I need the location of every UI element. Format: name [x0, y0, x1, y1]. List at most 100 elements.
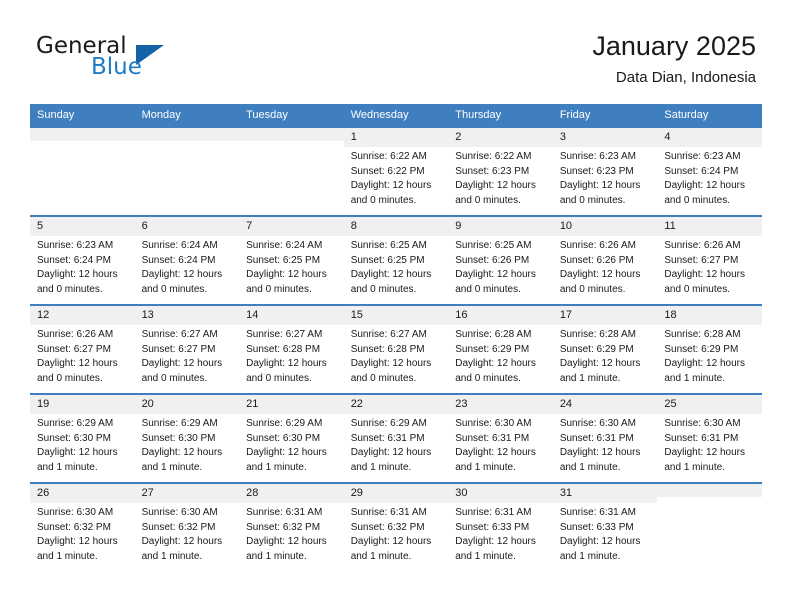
sunset-text: Sunset: 6:23 PM [559, 165, 634, 177]
daylight-text-line2: and 0 minutes. [37, 283, 103, 295]
daylight-text-line1: Daylight: 12 hours [664, 180, 745, 192]
day-details: Sunrise: 6:25 AM Sunset: 6:26 PM Dayligh… [448, 236, 553, 297]
brand-name-blue: Blue [91, 54, 142, 80]
day-number: 21 [239, 395, 344, 414]
day-cell[interactable]: 30 Sunrise: 6:31 AM Sunset: 6:33 PM Dayl… [448, 482, 553, 572]
day-details: Sunrise: 6:30 AM Sunset: 6:32 PM Dayligh… [30, 503, 135, 564]
sunrise-text: Sunrise: 6:29 AM [37, 418, 114, 429]
day-cell[interactable]: 8 Sunrise: 6:25 AM Sunset: 6:25 PM Dayli… [343, 215, 449, 305]
sunset-text: Sunset: 6:31 PM [455, 432, 530, 444]
sunset-text: Sunset: 6:25 PM [350, 254, 425, 266]
week-row: 5 Sunrise: 6:23 AM Sunset: 6:24 PM Dayli… [30, 215, 762, 305]
daylight-text-line2: and 1 minute. [455, 550, 516, 562]
day-cell[interactable]: 31 Sunrise: 6:31 AM Sunset: 6:33 PM Dayl… [552, 482, 658, 572]
day-details: Sunrise: 6:27 AM Sunset: 6:28 PM Dayligh… [239, 325, 344, 386]
day-number: 3 [552, 128, 658, 147]
daylight-text-line2: and 1 minute. [246, 461, 307, 473]
daylight-text-line2: and 1 minute. [350, 461, 412, 473]
brand-logo[interactable]: General Blue [36, 33, 266, 89]
sunset-text: Sunset: 6:32 PM [141, 521, 216, 533]
day-cell[interactable]: 27 Sunrise: 6:30 AM Sunset: 6:32 PM Dayl… [134, 482, 240, 572]
weekday-header-sunday: Sunday [30, 104, 135, 127]
day-cell[interactable]: 16 Sunrise: 6:28 AM Sunset: 6:29 PM Dayl… [448, 304, 553, 394]
sunset-text: Sunset: 6:31 PM [664, 432, 739, 444]
day-number: 4 [657, 128, 762, 147]
day-cell[interactable]: 5 Sunrise: 6:23 AM Sunset: 6:24 PM Dayli… [30, 215, 135, 305]
day-cell[interactable]: 10 Sunrise: 6:26 AM Sunset: 6:26 PM Dayl… [552, 215, 658, 305]
daylight-text-line2: and 0 minutes. [350, 283, 417, 295]
daylight-text-line2: and 1 minute. [141, 461, 203, 473]
weekday-header-tuesday: Tuesday [239, 104, 344, 127]
day-details: Sunrise: 6:31 AM Sunset: 6:32 PM Dayligh… [239, 503, 344, 564]
week-row: 26 Sunrise: 6:30 AM Sunset: 6:32 PM Dayl… [30, 482, 762, 572]
sunrise-text: Sunrise: 6:28 AM [559, 329, 636, 340]
day-cell[interactable]: 17 Sunrise: 6:28 AM Sunset: 6:29 PM Dayl… [552, 304, 658, 394]
daylight-text-line2: and 1 minute. [559, 372, 621, 384]
day-cell-empty [134, 126, 240, 216]
day-details: Sunrise: 6:31 AM Sunset: 6:33 PM Dayligh… [553, 503, 658, 564]
day-cell[interactable]: 13 Sunrise: 6:27 AM Sunset: 6:27 PM Dayl… [134, 304, 240, 394]
day-cell[interactable]: 20 Sunrise: 6:29 AM Sunset: 6:30 PM Dayl… [134, 393, 240, 483]
sunset-text: Sunset: 6:32 PM [246, 521, 321, 533]
daylight-text-line2: and 1 minute. [559, 550, 621, 562]
sunrise-text: Sunrise: 6:27 AM [246, 329, 323, 340]
sunrise-text: Sunrise: 6:27 AM [141, 329, 218, 340]
sunrise-text: Sunrise: 6:26 AM [37, 329, 114, 340]
day-cell[interactable]: 28 Sunrise: 6:31 AM Sunset: 6:32 PM Dayl… [239, 482, 344, 572]
day-cell[interactable]: 25 Sunrise: 6:30 AM Sunset: 6:31 PM Dayl… [657, 393, 762, 483]
day-cell[interactable]: 12 Sunrise: 6:26 AM Sunset: 6:27 PM Dayl… [30, 304, 135, 394]
day-cell[interactable]: 1 Sunrise: 6:22 AM Sunset: 6:22 PM Dayli… [343, 126, 449, 216]
day-details: Sunrise: 6:27 AM Sunset: 6:27 PM Dayligh… [135, 325, 240, 386]
day-number: 19 [30, 395, 135, 414]
daylight-text-line2: and 0 minutes. [664, 283, 730, 295]
day-cell[interactable]: 6 Sunrise: 6:24 AM Sunset: 6:24 PM Dayli… [134, 215, 240, 305]
day-cell[interactable]: 7 Sunrise: 6:24 AM Sunset: 6:25 PM Dayli… [239, 215, 344, 305]
day-details: Sunrise: 6:28 AM Sunset: 6:29 PM Dayligh… [657, 325, 762, 386]
day-cell[interactable]: 15 Sunrise: 6:27 AM Sunset: 6:28 PM Dayl… [343, 304, 449, 394]
daylight-text-line1: Daylight: 12 hours [350, 358, 432, 370]
day-number: 16 [448, 306, 553, 325]
page-title: January 2025 [592, 31, 756, 61]
day-number: 20 [134, 395, 240, 414]
sunset-text: Sunset: 6:24 PM [141, 254, 216, 266]
day-cell[interactable]: 21 Sunrise: 6:29 AM Sunset: 6:30 PM Dayl… [239, 393, 344, 483]
daylight-text-line1: Daylight: 12 hours [141, 447, 223, 459]
sunrise-text: Sunrise: 6:25 AM [455, 240, 532, 251]
sunset-text: Sunset: 6:29 PM [664, 343, 739, 355]
day-cell[interactable]: 24 Sunrise: 6:30 AM Sunset: 6:31 PM Dayl… [552, 393, 658, 483]
day-cell[interactable]: 19 Sunrise: 6:29 AM Sunset: 6:30 PM Dayl… [30, 393, 135, 483]
day-cell[interactable]: 11 Sunrise: 6:26 AM Sunset: 6:27 PM Dayl… [657, 215, 762, 305]
day-cell[interactable]: 4 Sunrise: 6:23 AM Sunset: 6:24 PM Dayli… [657, 126, 762, 216]
sunrise-text: Sunrise: 6:31 AM [246, 507, 323, 518]
page-header: General Blue January 2025 Data Dian, Ind… [0, 0, 792, 104]
sunrise-text: Sunrise: 6:29 AM [141, 418, 218, 429]
sunrise-text: Sunrise: 6:29 AM [350, 418, 427, 429]
sunrise-text: Sunrise: 6:26 AM [559, 240, 636, 251]
day-cell[interactable]: 23 Sunrise: 6:30 AM Sunset: 6:31 PM Dayl… [448, 393, 553, 483]
sunset-text: Sunset: 6:26 PM [455, 254, 530, 266]
daylight-text-line1: Daylight: 12 hours [246, 269, 327, 281]
sunrise-text: Sunrise: 6:28 AM [455, 329, 532, 340]
day-cell[interactable]: 9 Sunrise: 6:25 AM Sunset: 6:26 PM Dayli… [448, 215, 553, 305]
daylight-text-line1: Daylight: 12 hours [664, 269, 745, 281]
sunset-text: Sunset: 6:28 PM [246, 343, 321, 355]
day-cell[interactable]: 18 Sunrise: 6:28 AM Sunset: 6:29 PM Dayl… [657, 304, 762, 394]
daylight-text-line2: and 1 minute. [350, 550, 412, 562]
day-cell[interactable]: 14 Sunrise: 6:27 AM Sunset: 6:28 PM Dayl… [239, 304, 344, 394]
day-cell[interactable]: 22 Sunrise: 6:29 AM Sunset: 6:31 PM Dayl… [343, 393, 449, 483]
day-details: Sunrise: 6:31 AM Sunset: 6:33 PM Dayligh… [448, 503, 553, 564]
sunset-text: Sunset: 6:28 PM [350, 343, 425, 355]
day-cell[interactable]: 29 Sunrise: 6:31 AM Sunset: 6:32 PM Dayl… [343, 482, 449, 572]
daylight-text-line1: Daylight: 12 hours [350, 269, 432, 281]
day-cell[interactable]: 26 Sunrise: 6:30 AM Sunset: 6:32 PM Dayl… [30, 482, 135, 572]
day-cell[interactable]: 3 Sunrise: 6:23 AM Sunset: 6:23 PM Dayli… [552, 126, 658, 216]
day-cell[interactable]: 2 Sunrise: 6:22 AM Sunset: 6:23 PM Dayli… [448, 126, 553, 216]
daylight-text-line1: Daylight: 12 hours [559, 447, 641, 459]
day-details: Sunrise: 6:25 AM Sunset: 6:25 PM Dayligh… [344, 236, 449, 297]
weekday-header-wednesday: Wednesday [343, 104, 449, 127]
daylight-text-line1: Daylight: 12 hours [141, 269, 223, 281]
daylight-text-line1: Daylight: 12 hours [141, 358, 223, 370]
daylight-text-line2: and 0 minutes. [246, 283, 312, 295]
daylight-text-line1: Daylight: 12 hours [246, 447, 327, 459]
day-details: Sunrise: 6:27 AM Sunset: 6:28 PM Dayligh… [344, 325, 449, 386]
